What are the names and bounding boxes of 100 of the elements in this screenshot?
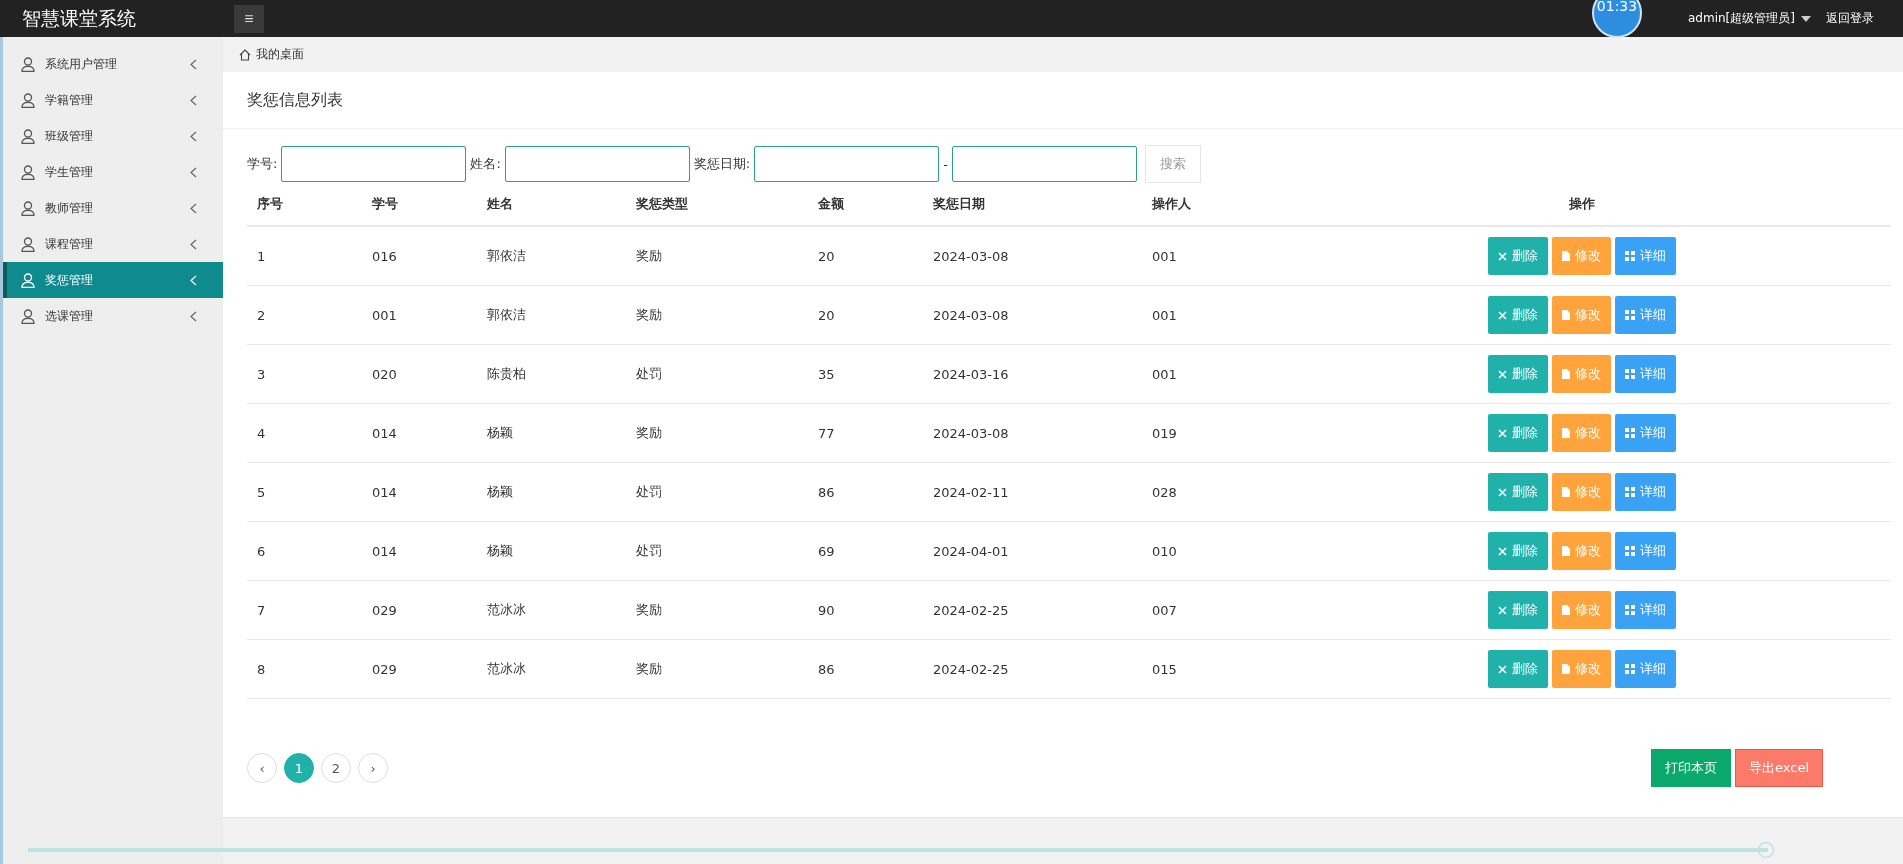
column-header: 奖惩类型 <box>635 195 689 213</box>
table-cell-text: 范冰冰 <box>486 601 527 619</box>
sidebar-item[interactable]: 教师管理 <box>3 190 223 226</box>
detail-button[interactable]: 详细 <box>1615 532 1676 570</box>
table-cell-text: 007 <box>1151 602 1178 618</box>
edit-button[interactable]: 修改 <box>1552 532 1611 570</box>
chevron-left-icon <box>190 310 197 322</box>
table-cell-text: 001 <box>1151 248 1178 264</box>
delete-button[interactable]: 删除 <box>1488 296 1548 334</box>
field-label: 学号: <box>247 155 278 173</box>
search-field[interactable] <box>754 146 940 182</box>
document-icon <box>1562 251 1570 261</box>
detail-button[interactable]: 详细 <box>1615 296 1676 334</box>
column-header: 操作 <box>1568 195 1596 213</box>
grid-icon <box>1625 664 1635 674</box>
column-header: 姓名 <box>486 195 514 213</box>
sidebar-item[interactable]: 课程管理 <box>3 226 223 262</box>
document-icon <box>1562 487 1570 497</box>
delete-button[interactable]: 删除 <box>1488 650 1548 688</box>
table-cell-text: 3 <box>256 366 267 382</box>
edit-button[interactable]: 修改 <box>1552 414 1611 452</box>
grid-icon <box>1625 310 1635 320</box>
column-header: 序号 <box>256 195 284 213</box>
delete-button[interactable]: 删除 <box>1488 414 1548 452</box>
search-field[interactable] <box>281 146 467 182</box>
delete-button[interactable]: 删除 <box>1488 532 1548 570</box>
close-icon <box>1498 605 1507 615</box>
sidebar-item[interactable]: 系统用户管理 <box>3 46 223 82</box>
table-cell-text: 001 <box>1151 366 1178 382</box>
sidebar-item[interactable]: 选课管理 <box>3 298 223 334</box>
edit-button[interactable]: 修改 <box>1552 237 1611 275</box>
column-header: 操作人 <box>1151 195 1192 213</box>
edit-button[interactable]: 修改 <box>1552 355 1611 393</box>
table-cell-text: 5 <box>256 484 267 500</box>
document-icon <box>1562 369 1570 379</box>
detail-button[interactable]: 详细 <box>1615 237 1676 275</box>
print-button[interactable]: 打印本页 <box>1651 749 1731 787</box>
chevron-left-icon <box>190 166 197 178</box>
detail-button[interactable]: 详细 <box>1615 591 1676 629</box>
table-cell-text: 2024-03-08 <box>932 307 1010 323</box>
close-icon <box>1498 546 1507 556</box>
page-title: 奖惩信息列表 <box>223 72 1903 129</box>
breadcrumb-link[interactable]: 我的桌面 <box>256 46 304 63</box>
table-cell-text: 8 <box>256 661 267 677</box>
table-cell-text: 处罚 <box>635 365 663 383</box>
detail-button[interactable]: 详细 <box>1615 473 1676 511</box>
table-cell-text: 2024-03-08 <box>932 425 1010 441</box>
table-cell-text: 028 <box>1151 484 1178 500</box>
logout-link[interactable]: 返回登录 <box>1826 10 1874 27</box>
table-cell-text: 2024-02-25 <box>932 602 1010 618</box>
detail-button[interactable]: 详细 <box>1615 355 1676 393</box>
table-cell-text: 杨颖 <box>486 483 514 501</box>
edit-button[interactable]: 修改 <box>1552 591 1611 629</box>
chevron-left-icon <box>190 202 197 214</box>
delete-button[interactable]: 删除 <box>1488 237 1548 275</box>
page-button[interactable]: 2 <box>321 753 351 783</box>
next-page-button[interactable]: › <box>358 753 388 783</box>
table-cell-text: 86 <box>817 484 836 500</box>
table-cell-text: 郭依洁 <box>486 306 527 324</box>
delete-button[interactable]: 删除 <box>1488 591 1548 629</box>
export-button[interactable]: 导出excel <box>1735 749 1823 787</box>
edit-button[interactable]: 修改 <box>1552 650 1611 688</box>
document-icon <box>1562 546 1570 556</box>
table-cell-text: 2 <box>256 307 267 323</box>
sidebar-item[interactable]: 班级管理 <box>3 118 223 154</box>
close-icon <box>1498 369 1507 379</box>
delete-button[interactable]: 删除 <box>1488 473 1548 511</box>
table-cell-text: 1 <box>256 248 267 264</box>
table-cell-text: 6 <box>256 543 267 559</box>
sidebar-item[interactable]: 学籍管理 <box>3 82 223 118</box>
search-field[interactable] <box>504 146 690 182</box>
search-field[interactable] <box>951 146 1137 182</box>
table-cell-text: 奖励 <box>635 247 663 265</box>
sidebar-item[interactable]: 奖惩管理 <box>3 262 223 298</box>
user-icon <box>21 200 35 216</box>
detail-button[interactable]: 详细 <box>1615 414 1676 452</box>
sidebar-item[interactable]: 学生管理 <box>3 154 223 190</box>
caret-icon[interactable] <box>1800 15 1811 22</box>
table-cell-text: 2024-03-08 <box>932 248 1010 264</box>
column-header: 金额 <box>817 195 845 213</box>
chevron-left-icon <box>190 94 197 106</box>
user-menu[interactable]: admin[超级管理员] <box>1688 10 1795 27</box>
table-cell-text: 019 <box>1151 425 1178 441</box>
app-title: 智慧课堂系统 <box>21 5 137 31</box>
table-cell-text: 001 <box>371 307 398 323</box>
page-button[interactable]: 1 <box>284 753 314 783</box>
prev-page-button[interactable]: ‹ <box>247 753 277 783</box>
delete-button[interactable]: 删除 <box>1488 355 1548 393</box>
edit-button[interactable]: 修改 <box>1552 473 1611 511</box>
table-cell-text: 杨颖 <box>486 424 514 442</box>
table-cell-text: 20 <box>817 307 836 323</box>
table-cell-text: 015 <box>1151 661 1178 677</box>
chevron-left-icon <box>190 238 197 250</box>
user-icon <box>21 164 35 180</box>
edit-button[interactable]: 修改 <box>1552 296 1611 334</box>
detail-button[interactable]: 详细 <box>1615 650 1676 688</box>
search-button[interactable]: 搜索 <box>1144 145 1201 183</box>
chevron-left-icon <box>190 58 197 70</box>
table-cell-text: 4 <box>256 425 267 441</box>
menu-button[interactable]: ≡ <box>234 4 264 33</box>
